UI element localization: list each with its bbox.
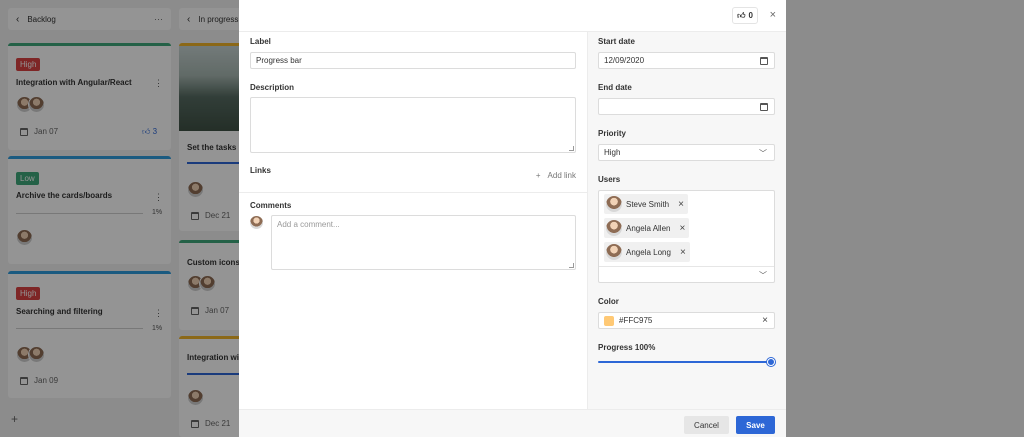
progress-title: Progress 100% <box>598 343 656 352</box>
divider <box>239 192 587 193</box>
user-chip: Angela Allen × <box>604 218 690 238</box>
calendar-icon[interactable] <box>760 57 768 65</box>
color-swatch[interactable] <box>604 315 614 326</box>
comments-title: Comments <box>250 201 292 210</box>
modal-toolbar: 👍︎ 0 × <box>239 0 786 32</box>
color-picker-input[interactable]: #FFC975 × <box>598 312 775 329</box>
end-date-title: End date <box>598 83 632 92</box>
start-date-title: Start date <box>598 37 635 46</box>
users-multiselect[interactable]: Steve Smith × Angela Allen × Angela Long… <box>598 190 775 283</box>
plus-icon: + <box>535 171 541 180</box>
chevron-down-icon[interactable]: ﹀ <box>759 270 767 281</box>
editor-side-pane: Start date 12/09/2020 End date Priority … <box>587 32 786 409</box>
like-button[interactable]: 👍︎ 0 <box>732 7 758 24</box>
avatar <box>606 220 622 236</box>
slider-handle[interactable] <box>767 358 775 366</box>
resize-handle-icon[interactable] <box>569 146 574 151</box>
divider <box>599 266 774 267</box>
user-chip: Steve Smith × <box>604 194 688 214</box>
remove-user-icon[interactable]: × <box>678 199 684 210</box>
avatar <box>250 216 263 229</box>
card-editor-modal: 👍︎ 0 × Label Progress bar Description Li… <box>239 0 786 437</box>
color-title: Color <box>598 297 619 306</box>
clear-icon[interactable]: × <box>762 315 768 326</box>
avatar <box>606 196 622 212</box>
comment-input[interactable]: Add a comment... <box>271 215 576 270</box>
slider-track <box>598 361 772 363</box>
modal-footer: Cancel Save <box>239 409 786 437</box>
end-date-input[interactable] <box>598 98 775 115</box>
resize-handle-icon[interactable] <box>569 263 574 268</box>
description-textarea[interactable] <box>250 97 576 153</box>
links-title: Links <box>250 166 271 175</box>
like-count: 0 <box>748 11 753 20</box>
add-link-button[interactable]: + Add link <box>536 171 576 180</box>
add-link-label: Add link <box>547 171 576 180</box>
calendar-icon[interactable] <box>760 103 768 111</box>
label-input[interactable]: Progress bar <box>250 52 576 69</box>
label-field-title: Label <box>250 37 271 46</box>
user-chip: Angela Long × <box>604 242 690 262</box>
start-date-input[interactable]: 12/09/2020 <box>598 52 775 69</box>
priority-title: Priority <box>598 129 627 138</box>
remove-user-icon[interactable]: × <box>680 247 686 258</box>
thumbs-up-icon: 👍︎ <box>737 10 746 20</box>
save-button[interactable]: Save <box>736 416 775 434</box>
cancel-button[interactable]: Cancel <box>684 416 729 434</box>
description-field-title: Description <box>250 83 295 92</box>
progress-slider[interactable] <box>598 358 775 366</box>
remove-user-icon[interactable]: × <box>679 223 685 234</box>
users-title: Users <box>598 175 621 184</box>
avatar <box>606 244 622 260</box>
priority-select[interactable]: High ﹀ <box>598 144 775 161</box>
close-icon[interactable]: × <box>770 9 776 21</box>
chevron-down-icon: ﹀ <box>759 149 767 158</box>
editor-main-pane: Label Progress bar Description Links + A… <box>239 32 587 409</box>
